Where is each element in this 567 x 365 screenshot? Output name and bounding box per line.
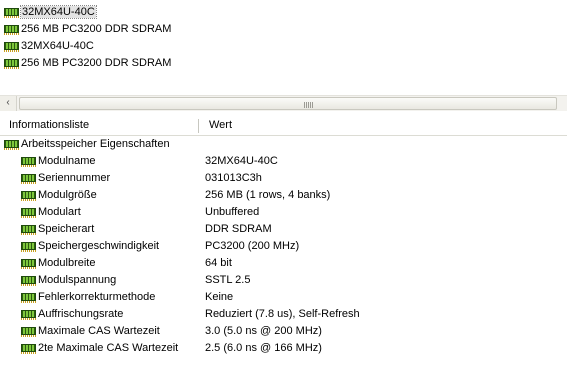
chevron-left-icon: ‹ — [6, 97, 10, 108]
module-list: 32MX64U-40C 256 MB PC3200 DDR SDRAM 32MX… — [0, 0, 567, 95]
module-list-item-label: 256 MB PC3200 DDR SDRAM — [21, 57, 172, 69]
property-name: Speichergeschwindigkeit — [38, 240, 160, 252]
property-name: Modulname — [38, 155, 96, 167]
property-value: Unbuffered — [205, 206, 260, 218]
property-value: SSTL 2.5 — [205, 274, 251, 286]
memory-module-icon — [21, 276, 36, 287]
module-list-item[interactable]: 256 MB PC3200 DDR SDRAM — [4, 21, 171, 37]
property-value: 031013C3h — [205, 172, 262, 184]
property-name: 2te Maximale CAS Wartezeit — [38, 342, 179, 354]
memory-module-icon — [4, 25, 19, 36]
group-row[interactable]: Arbeitsspeicher Eigenschaften — [0, 136, 567, 153]
table-row[interactable]: Speicherart DDR SDRAM — [0, 221, 567, 238]
memory-module-icon — [21, 225, 36, 236]
module-list-item-label: 32MX64U-40C — [20, 5, 97, 19]
property-value: 2.5 (6.0 ns @ 166 MHz) — [205, 342, 322, 354]
module-list-item[interactable]: 256 MB PC3200 DDR SDRAM — [4, 55, 171, 71]
table-row[interactable]: Modulbreite 64 bit — [0, 255, 567, 272]
table-row[interactable]: Seriennummer 031013C3h — [0, 170, 567, 187]
memory-module-icon — [21, 242, 36, 253]
table-row[interactable]: Modulname 32MX64U-40C — [0, 153, 567, 170]
property-value: 64 bit — [205, 257, 232, 269]
memory-icon — [4, 140, 19, 151]
module-list-item-label: 256 MB PC3200 DDR SDRAM — [21, 23, 172, 35]
property-name: Modulart — [38, 206, 81, 218]
memory-module-icon — [21, 157, 36, 168]
property-value: Keine — [205, 291, 234, 303]
memory-module-icon — [4, 59, 19, 70]
memory-module-icon — [21, 310, 36, 321]
table-row[interactable]: Modulart Unbuffered — [0, 204, 567, 221]
module-list-item[interactable]: 32MX64U-40C — [4, 38, 94, 54]
property-value: 256 MB (1 rows, 4 banks) — [205, 189, 331, 201]
module-list-item-label: 32MX64U-40C — [21, 40, 94, 52]
table-row[interactable]: Maximale CAS Wartezeit 3.0 (5.0 ns @ 200… — [0, 323, 567, 340]
scroll-left-button[interactable]: ‹ — [0, 96, 17, 111]
memory-module-icon — [21, 191, 36, 202]
memory-module-icon — [21, 344, 36, 355]
property-value: DDR SDRAM — [205, 223, 272, 235]
property-name: Auffrischungsrate — [38, 308, 124, 320]
property-name: Modulgröße — [38, 189, 97, 201]
table-row[interactable]: Modulspannung SSTL 2.5 — [0, 272, 567, 289]
memory-module-icon — [21, 208, 36, 219]
table-row[interactable]: Fehlerkorrekturmethode Keine — [0, 289, 567, 306]
property-name: Speicherart — [38, 223, 95, 235]
property-name: Seriennummer — [38, 172, 111, 184]
property-value: PC3200 (200 MHz) — [205, 240, 300, 252]
property-value: 3.0 (5.0 ns @ 200 MHz) — [205, 325, 322, 337]
column-header-informationsliste[interactable]: Informationsliste — [0, 116, 198, 135]
memory-module-icon — [4, 8, 19, 19]
property-name: Maximale CAS Wartezeit — [38, 325, 160, 337]
grip-icon — [304, 102, 313, 108]
horizontal-scrollbar[interactable]: ‹ — [0, 95, 567, 111]
memory-module-icon — [4, 42, 19, 53]
property-name: Fehlerkorrekturmethode — [38, 291, 156, 303]
group-label: Arbeitsspeicher Eigenschaften — [21, 138, 170, 150]
memory-module-icon — [21, 327, 36, 338]
table-row[interactable]: Auffrischungsrate Reduziert (7.8 us), Se… — [0, 306, 567, 323]
memory-module-icon — [21, 259, 36, 270]
scrollbar-thumb[interactable] — [19, 97, 557, 110]
column-header-wert[interactable]: Wert — [200, 116, 567, 135]
details-column-header: Informationsliste Wert — [0, 116, 567, 136]
table-row[interactable]: Modulgröße 256 MB (1 rows, 4 banks) — [0, 187, 567, 204]
property-name: Modulspannung — [38, 274, 117, 286]
memory-module-icon — [21, 174, 36, 185]
memory-module-icon — [21, 293, 36, 304]
table-row[interactable]: 2te Maximale CAS Wartezeit 2.5 (6.0 ns @… — [0, 340, 567, 357]
module-list-item[interactable]: 32MX64U-40C — [4, 4, 97, 20]
table-row[interactable]: Speichergeschwindigkeit PC3200 (200 MHz) — [0, 238, 567, 255]
property-value: Reduziert (7.8 us), Self-Refresh — [205, 308, 360, 320]
property-name: Modulbreite — [38, 257, 96, 269]
property-value: 32MX64U-40C — [205, 155, 278, 167]
